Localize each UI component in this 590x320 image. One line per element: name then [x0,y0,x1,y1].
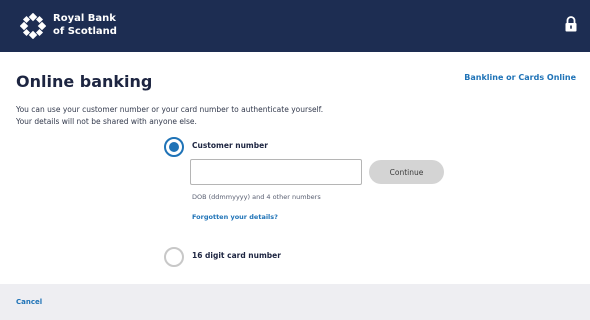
brand-line-2: of Scotland [53,26,117,37]
customer-number-radio[interactable] [164,137,184,157]
forgotten-details-link[interactable]: Forgotten your details? [192,213,278,221]
option-card-number: 16 digit card number [164,247,464,269]
intro-text: You can use your customer number or your… [16,104,323,128]
customer-number-input[interactable] [190,159,362,185]
brand-logo[interactable]: Royal Bank of Scotland [20,12,170,42]
card-number-radio[interactable] [164,247,184,267]
brand-name: Royal Bank of Scotland [53,12,117,38]
continue-button[interactable]: Continue [369,160,444,184]
padlock-icon [565,16,577,32]
customer-number-label: Customer number [192,141,268,150]
intro-line-2: Your details will not be shared with any… [16,117,197,126]
bankline-cards-link[interactable]: Bankline or Cards Online [464,73,576,82]
login-panel: Online banking Bankline or Cards Online … [0,52,590,291]
option-customer-number: Customer number Continue DOB (ddmmyyyy) … [164,137,464,237]
page-title: Online banking [16,72,153,91]
intro-line-1: You can use your customer number or your… [16,105,324,114]
rbs-daisy-logo-icon [20,13,46,39]
brand-line-1: Royal Bank [53,13,116,24]
cancel-link[interactable]: Cancel [16,298,42,306]
page-footer: Cancel [0,284,590,320]
customer-number-hint: DOB (ddmmyyyy) and 4 other numbers [192,193,321,201]
card-number-label: 16 digit card number [192,251,281,260]
site-header: Royal Bank of Scotland [0,0,590,52]
